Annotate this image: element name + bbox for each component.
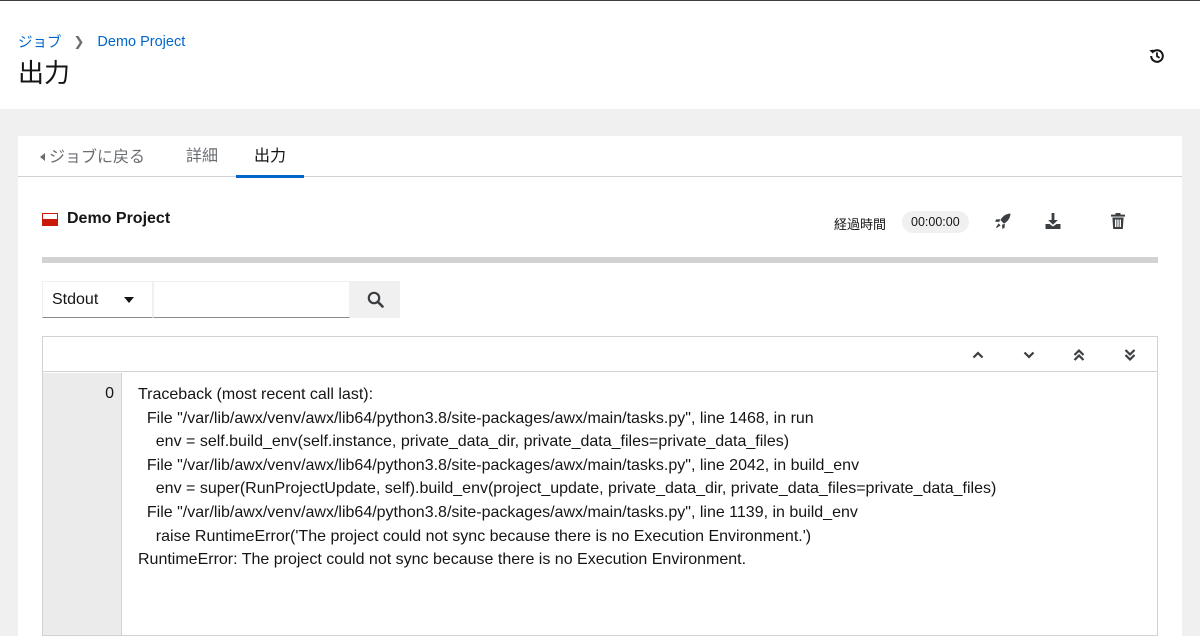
output-navigation-toolbar: [43, 337, 1157, 372]
breadcrumb: ジョブ ❯ Demo Project: [18, 31, 185, 52]
angle-double-up-icon[interactable]: [1070, 346, 1088, 364]
history-icon[interactable]: [1146, 45, 1168, 67]
log-line: env = super(RunProjectUpdate, self).buil…: [138, 480, 997, 498]
breadcrumb-separator-icon: ❯: [73, 33, 85, 49]
angle-down-icon[interactable]: [1020, 346, 1038, 364]
job-tabs: ジョブに戻る 詳細 出力: [18, 136, 1182, 178]
log-line: env = self.build_env(self.instance, priv…: [138, 433, 790, 451]
rocket-icon[interactable]: [992, 210, 1014, 232]
output-filter-value: Stdout: [52, 290, 99, 308]
trash-icon[interactable]: [1107, 210, 1129, 232]
tab-back-to-jobs[interactable]: ジョブに戻る: [40, 136, 145, 177]
job-title: Demo Project: [67, 210, 171, 227]
line-number-gutter: 0: [43, 373, 122, 635]
tab-details[interactable]: 詳細: [186, 136, 218, 177]
log-output-text: Traceback (most recent call last): File …: [138, 383, 1148, 572]
line-number: 0: [105, 385, 114, 402]
failed-status-icon: [42, 212, 58, 226]
search-button[interactable]: [350, 281, 400, 318]
log-line: RuntimeError: The project could not sync…: [138, 551, 747, 569]
output-filter-select[interactable]: Stdout: [42, 281, 153, 318]
log-line: raise RuntimeError('The project could no…: [138, 527, 812, 545]
job-output-panel: 0 Traceback (most recent call last): Fil…: [42, 336, 1158, 636]
elapsed-time-label: 経過時間: [834, 218, 887, 233]
tab-output[interactable]: 出力: [235, 136, 305, 178]
log-line: File "/var/lib/awx/venv/awx/lib64/python…: [138, 409, 814, 427]
log-line: Traceback (most recent call last):: [138, 386, 374, 403]
log-line: File "/var/lib/awx/venv/awx/lib64/python…: [138, 503, 858, 521]
search-icon: [367, 291, 384, 308]
job-progress-bar: [42, 257, 1158, 263]
job-title-row: Demo Project: [42, 210, 170, 228]
angle-double-down-icon[interactable]: [1121, 346, 1139, 364]
caret-left-icon: [40, 152, 45, 161]
page-title: 出力: [18, 59, 71, 89]
caret-down-icon: [124, 297, 134, 303]
angle-up-icon[interactable]: [969, 346, 987, 364]
download-icon[interactable]: [1042, 210, 1064, 232]
breadcrumb-current-job-link[interactable]: Demo Project: [97, 34, 185, 50]
page-header: ジョブ ❯ Demo Project 出力: [0, 1, 1200, 109]
log-line: File "/var/lib/awx/venv/awx/lib64/python…: [138, 456, 860, 474]
elapsed-time-badge: 00:00:00: [902, 211, 969, 233]
search-input[interactable]: [153, 281, 350, 318]
breadcrumb-jobs-link[interactable]: ジョブ: [18, 31, 62, 52]
job-output-card: ジョブに戻る 詳細 出力 Demo Project 経過時間 00:00:00: [18, 136, 1182, 636]
tab-back-label: ジョブに戻る: [49, 146, 146, 166]
